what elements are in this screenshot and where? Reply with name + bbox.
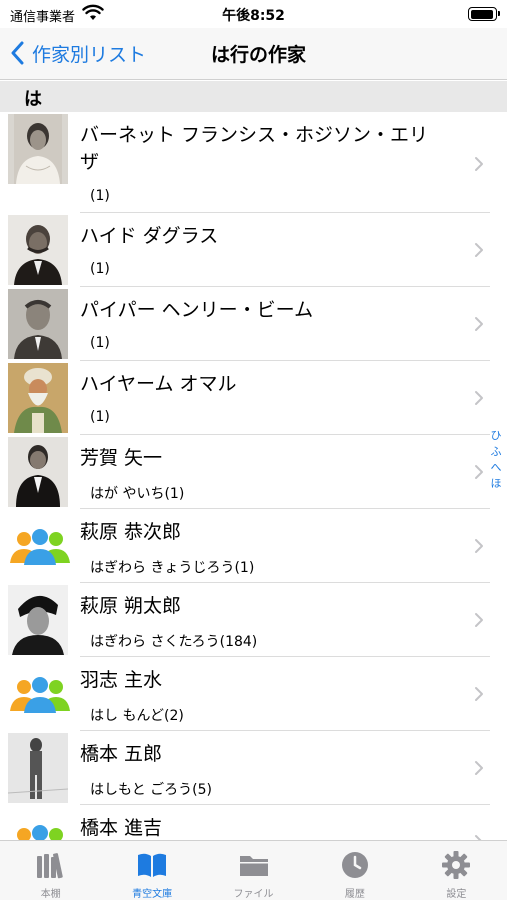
index-item[interactable]: ひ: [491, 428, 502, 444]
chevron-right-icon: [475, 391, 483, 405]
tab-label: 設定: [446, 889, 467, 900]
tab-files[interactable]: ファイル: [203, 841, 304, 900]
battery-icon: [468, 7, 500, 21]
chevron-right-icon: [475, 687, 483, 701]
author-name: ハイド ダグラス: [80, 225, 219, 247]
author-reading: はぎわら さくたろう(184): [90, 634, 258, 650]
author-row[interactable]: バーネット フランシス・ホジソン・エリザ (1): [0, 112, 490, 213]
author-portrait: [8, 733, 68, 803]
tab-bookshelf[interactable]: 本棚: [0, 841, 101, 900]
chevron-right-icon: [475, 613, 483, 627]
author-name: 萩原 恭次郎: [80, 521, 182, 543]
author-name: 橋本 五郎: [80, 743, 163, 765]
bookshelf-icon: [36, 853, 63, 879]
chevron-right-icon: [475, 465, 483, 479]
tab-label: 本棚: [40, 889, 61, 900]
index-item[interactable]: ふ: [491, 444, 502, 460]
open-book-icon: [138, 853, 167, 877]
author-row[interactable]: 橋本 五郎 はしもと ごろう(5): [0, 731, 490, 805]
section-header-label: は: [24, 89, 42, 110]
author-work-count: (1): [90, 261, 110, 277]
author-row[interactable]: ハイヤーム オマル (1): [0, 361, 490, 435]
page-title: は行の作家: [210, 44, 306, 66]
author-portrait: [8, 585, 68, 655]
people-group-icon: [10, 529, 70, 565]
author-portrait: [8, 114, 68, 184]
navigation-bar: 作家別リスト は行の作家: [0, 28, 507, 80]
chevron-right-icon: [475, 539, 483, 553]
tab-label: 青空文庫: [132, 889, 173, 900]
tab-aozora-bunko[interactable]: 青空文庫: [101, 841, 202, 900]
author-reading: はぎわら きょうじろう(1): [90, 560, 255, 576]
author-name: 萩原 朔太郎: [80, 595, 182, 617]
tab-history[interactable]: 履歴: [304, 841, 405, 900]
index-item[interactable]: ほ: [491, 476, 502, 492]
index-item[interactable]: へ: [491, 460, 502, 476]
author-row[interactable]: 橋本 進吉: [0, 805, 490, 840]
status-time: 午後8:52: [222, 8, 285, 24]
author-list[interactable]: バーネット フランシス・ホジソン・エリザ (1) ハイド ダグラス (1) パイ…: [0, 112, 507, 840]
author-row[interactable]: 羽志 主水 はし もんど(2): [0, 657, 490, 731]
author-portrait: [8, 363, 68, 433]
author-row[interactable]: パイパー ヘンリー・ビーム (1): [0, 287, 490, 361]
chevron-right-icon: [475, 761, 483, 775]
section-index[interactable]: ひ ふ へ ほ: [489, 428, 503, 492]
author-name: パイパー ヘンリー・ビーム: [80, 299, 314, 321]
author-work-count: (1): [90, 409, 110, 425]
section-header: は: [0, 81, 507, 112]
author-work-count: (1): [90, 335, 110, 351]
clock-icon: [341, 852, 368, 878]
author-portrait: [8, 437, 68, 507]
tab-label: ファイル: [233, 889, 274, 900]
status-bar: 通信事業者 午後8:52: [0, 0, 507, 28]
people-group-icon: [17, 825, 63, 840]
chevron-right-icon: [475, 317, 483, 331]
author-portrait: [8, 215, 68, 285]
author-portrait: [8, 289, 68, 359]
author-name: ハイヤーム オマル: [80, 373, 237, 395]
author-work-count: (1): [90, 188, 110, 204]
author-name: バーネット フランシス・ホジソン・エリザ: [80, 124, 429, 173]
author-reading: はしもと ごろう(5): [90, 782, 213, 798]
author-name: 芳賀 矢一: [80, 447, 163, 469]
tab-settings[interactable]: 設定: [406, 841, 507, 900]
author-row[interactable]: ハイド ダグラス (1): [0, 213, 490, 287]
author-row[interactable]: 萩原 朔太郎 はぎわら さくたろう(184): [0, 583, 490, 657]
author-row[interactable]: 芳賀 矢一 はが やいち(1): [0, 435, 490, 509]
tab-label: 履歴: [344, 889, 365, 900]
tab-bar: 本棚 青空文庫 ファイル 履歴 設定: [0, 840, 507, 900]
chevron-right-icon: [475, 243, 483, 257]
chevron-right-icon: [475, 157, 483, 171]
author-row[interactable]: 萩原 恭次郎 はぎわら きょうじろう(1): [0, 509, 490, 583]
author-name: 橋本 進吉: [80, 817, 163, 839]
gear-icon: [442, 851, 471, 879]
author-reading: はし もんど(2): [90, 708, 184, 724]
people-group-icon: [10, 677, 70, 713]
author-reading: はが やいち(1): [90, 486, 185, 502]
folder-icon: [239, 856, 268, 876]
author-name: 羽志 主水: [80, 669, 163, 691]
